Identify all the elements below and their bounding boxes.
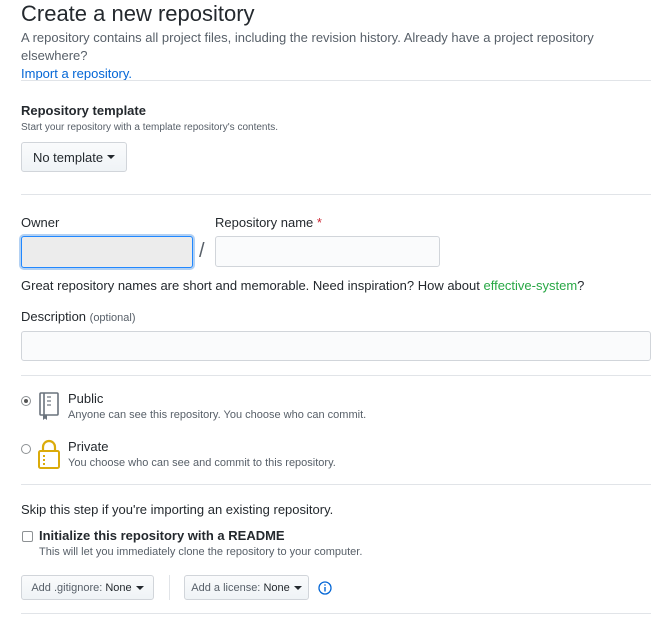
divider [21,375,651,376]
caret-down-icon [107,155,116,159]
template-label: Repository template [21,103,146,118]
suggestion-text: Great repository names are short and mem… [21,278,480,293]
license-label: Add a license: [191,581,261,594]
public-radio[interactable] [21,396,31,406]
lock-icon [37,438,61,470]
public-desc: Anyone can see this repository. You choo… [68,409,367,421]
caret-down-icon [293,585,302,590]
gitignore-label: Add .gitignore: [31,581,103,594]
name-suggestion: Great repository names are short and mem… [21,278,584,293]
gitignore-dropdown-button[interactable]: Add .gitignore: None [21,575,154,600]
owner-repo-separator: / [199,240,205,262]
suggested-name-link[interactable]: effective-system [483,278,577,293]
import-repository-link[interactable]: Import a repository. [21,66,132,81]
readme-checkbox[interactable] [22,531,33,542]
license-dropdown-button[interactable]: Add a license: None [184,575,309,600]
required-mark: * [316,215,322,230]
divider [21,194,651,195]
divider [21,484,651,485]
description-label-text: Description [21,309,87,324]
subtitle-text: A repository contains all project files,… [21,30,594,63]
skip-note: Skip this step if you're importing an ex… [21,502,334,517]
license-value: None [263,581,290,594]
template-dropdown-button[interactable]: No template [21,142,127,172]
suggestion-end: ? [577,278,585,293]
template-note: Start your repository with a template re… [21,122,279,133]
repo-name-label-text: Repository name [215,215,314,230]
owner-label: Owner [21,215,60,230]
repo-book-icon [37,391,61,421]
readme-label[interactable]: Initialize this repository with a README [39,528,285,543]
public-title: Public [68,391,104,406]
repo-name-label: Repository name * [215,215,322,230]
description-optional: (optional) [89,312,136,324]
divider [21,80,651,81]
gitignore-value: None [105,581,132,594]
caret-down-icon [135,585,144,590]
button-separator [169,575,170,600]
owner-select[interactable] [21,236,193,268]
divider [21,613,651,614]
private-radio[interactable] [21,444,31,454]
description-label: Description (optional) [21,309,136,324]
readme-desc: This will let you immediately clone the … [39,546,363,558]
repo-name-input[interactable] [215,236,440,267]
template-button-label: No template [32,149,104,165]
info-icon[interactable] [318,581,332,595]
page-subtitle: A repository contains all project files,… [21,29,653,83]
private-title: Private [68,439,109,454]
private-desc: You choose who can see and commit to thi… [68,457,336,469]
description-input[interactable] [21,331,651,361]
page-title: Create a new repository [21,1,255,26]
